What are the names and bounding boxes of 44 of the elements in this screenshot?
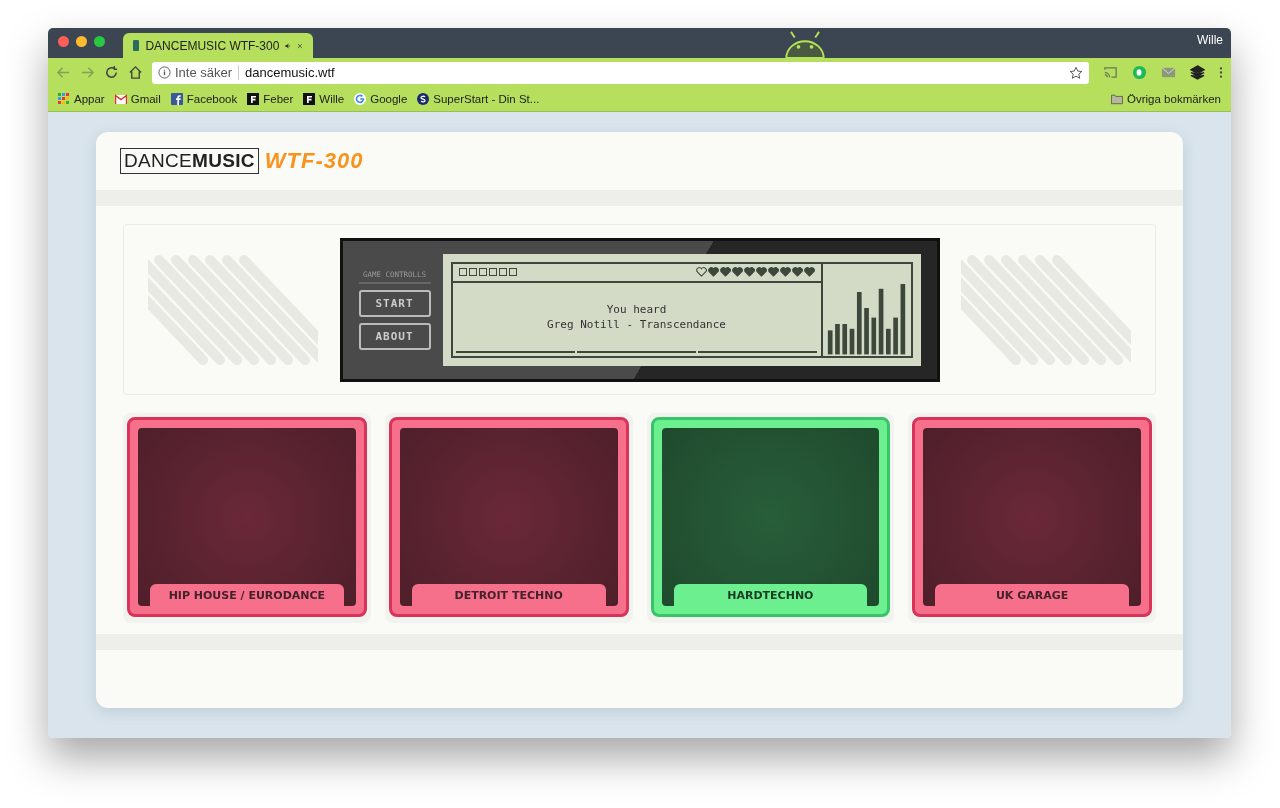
bookmark-star-icon[interactable]	[1069, 65, 1083, 80]
game-button[interactable]: START	[358, 289, 431, 317]
tab-title: DANCEMUSIC WTF-300	[145, 38, 280, 53]
other-bookmarks-link[interactable]: Övriga bokmärken	[1111, 93, 1221, 105]
extension-icon[interactable]	[1132, 65, 1147, 80]
url-text: dancemusic.wtf	[244, 65, 335, 80]
logo-brand: DANCEMUSIC	[120, 148, 259, 174]
grid-icon	[58, 93, 70, 105]
browser-tab[interactable]: DANCEMUSIC WTF-300	[123, 33, 313, 58]
page-favicon-icon	[133, 40, 140, 51]
cast-icon[interactable]	[1103, 65, 1118, 80]
bookmark-link[interactable]: Appar	[58, 93, 105, 105]
profile-name[interactable]: Wille	[1197, 33, 1231, 58]
genre-pad[interactable]: UK GARAGE	[912, 417, 1152, 617]
s-circle-icon	[417, 93, 430, 105]
logo-model: WTF-300	[264, 148, 364, 174]
message-line: You heard	[606, 302, 667, 316]
info-icon[interactable]	[158, 66, 171, 79]
address-bar[interactable]: Inte säker dancemusic.wtf	[152, 61, 1089, 84]
maximize-icon[interactable]	[94, 36, 105, 47]
message-line: Greg Notill - Transcendance	[547, 317, 726, 331]
security-label: Inte säker	[175, 65, 240, 80]
genre-pad[interactable]: HIP HOUSE / EURODANCE	[127, 417, 367, 617]
layers-icon[interactable]	[1190, 65, 1205, 80]
genre-pad[interactable]: HARDTECHNO	[650, 417, 891, 617]
f-square-icon	[170, 93, 183, 105]
mail-icon	[114, 93, 127, 105]
minimize-icon[interactable]	[76, 36, 87, 47]
home-icon[interactable]	[128, 65, 143, 80]
bookmark-link[interactable]: Facebook	[170, 93, 238, 105]
genre-pad[interactable]: DETROIT TECHNO	[388, 417, 629, 617]
bookmark-link[interactable]: Feber	[247, 93, 294, 105]
g-circle-icon	[354, 93, 367, 105]
bookmark-link[interactable]: Wille	[303, 93, 345, 105]
folder-icon	[1111, 93, 1124, 105]
f-square-icon	[247, 93, 260, 105]
bookmark-link[interactable]: Gmail	[114, 93, 161, 105]
game-button[interactable]: ABOUT	[358, 322, 431, 350]
f-square-icon	[303, 93, 316, 105]
bookmark-link[interactable]: SuperStart - Din St...	[417, 93, 540, 105]
close-icon[interactable]	[58, 36, 69, 47]
bookmark-link[interactable]: Google	[354, 93, 408, 105]
menu-icon[interactable]	[1219, 66, 1223, 79]
reload-icon[interactable]	[104, 65, 119, 80]
